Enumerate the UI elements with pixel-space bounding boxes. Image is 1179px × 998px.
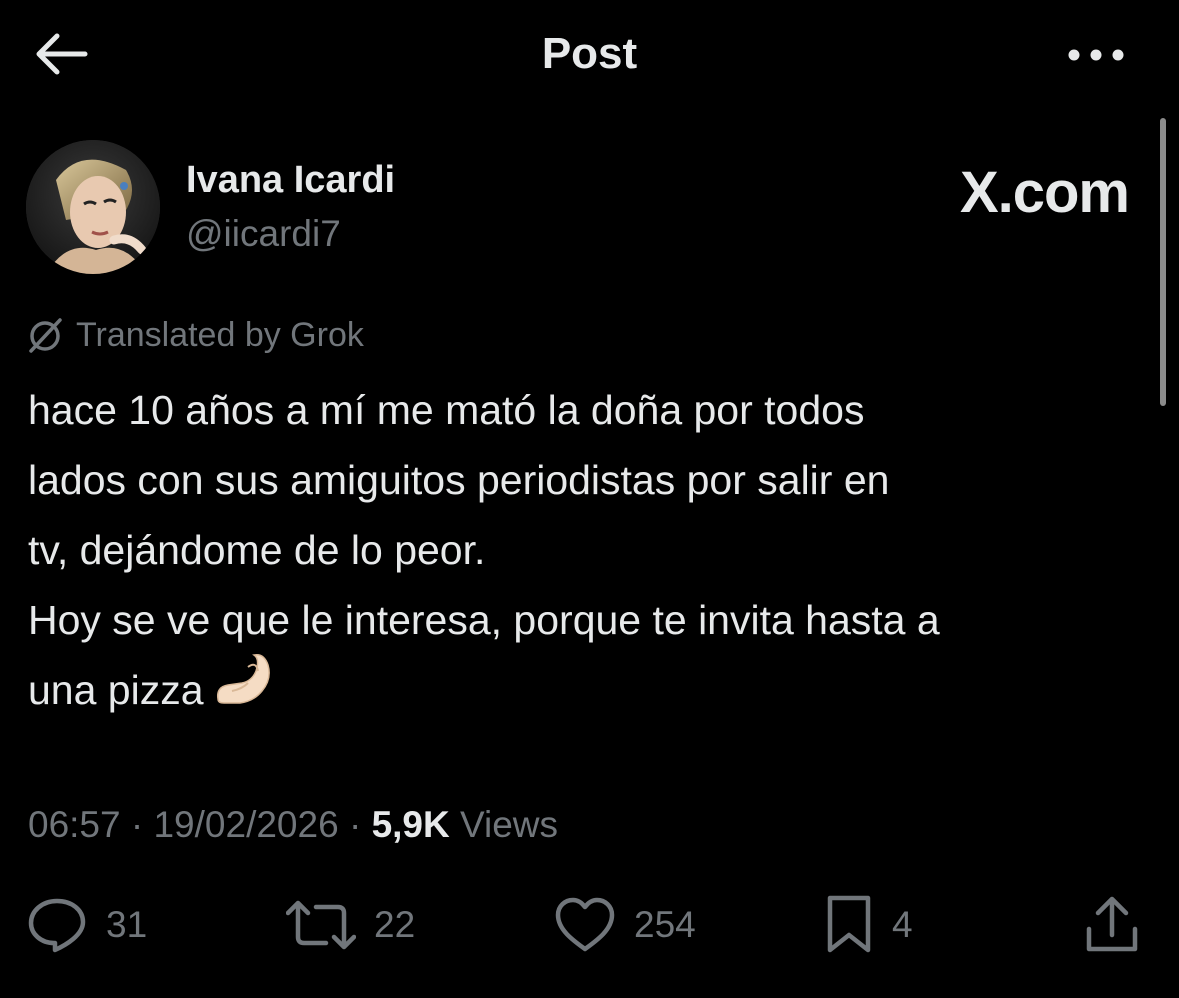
meta-separator: · xyxy=(130,804,144,845)
share-icon xyxy=(1086,896,1138,952)
author-handle[interactable]: @iicardi7 xyxy=(186,210,341,258)
repost-icon xyxy=(286,900,356,950)
bookmark-icon xyxy=(827,895,871,953)
more-horizontal-icon xyxy=(1068,49,1124,61)
scrollbar[interactable] xyxy=(1160,118,1166,406)
post-line: una pizza xyxy=(28,667,204,713)
avatar[interactable] xyxy=(26,140,160,274)
share-button[interactable] xyxy=(1084,890,1140,960)
post-line: hace 10 años a mí me mató la doña por to… xyxy=(28,387,865,433)
translation-label: Translated by Grok xyxy=(76,316,364,354)
bookmark-count: 4 xyxy=(892,904,913,945)
post-date[interactable]: 19/02/2026 xyxy=(153,804,338,845)
repost-button[interactable]: 22 xyxy=(286,890,415,960)
views-count[interactable]: 5,9K xyxy=(372,804,450,845)
page-title: Post xyxy=(541,29,638,78)
post-line-last: una pizza xyxy=(28,653,1158,730)
post-time[interactable]: 06:57 xyxy=(28,804,121,845)
like-button[interactable]: 254 xyxy=(554,890,696,960)
post-line: lados con sus amiguitos periodistas por … xyxy=(28,457,890,503)
more-options-button[interactable] xyxy=(1061,30,1131,80)
top-bar: Post xyxy=(0,0,1179,108)
post-line: tv, dejándome de lo peor. xyxy=(28,527,486,573)
translation-notice[interactable]: Translated by Grok xyxy=(26,312,364,358)
grok-icon xyxy=(29,318,62,353)
repost-count: 22 xyxy=(374,904,416,945)
heart-icon xyxy=(555,897,615,952)
reply-icon xyxy=(28,898,86,953)
post-text: hace 10 años a mí me mató la doña por to… xyxy=(28,375,1158,730)
views-label[interactable]: Views xyxy=(460,804,558,845)
post-line: Hoy se ve que le interesa, porque te inv… xyxy=(28,597,940,643)
like-count: 254 xyxy=(634,904,696,945)
action-bar: 31 22 254 4 xyxy=(0,890,1179,960)
watermark: X.com xyxy=(959,160,1130,225)
avatar-image xyxy=(26,140,160,274)
post-meta: 06:57 · 19/02/2026 · 5,9K Views xyxy=(28,800,558,850)
bookmark-button[interactable]: 4 xyxy=(824,890,913,960)
meta-separator: · xyxy=(348,804,362,845)
reply-count: 31 xyxy=(106,904,148,945)
author-name[interactable]: Ivana Icardi xyxy=(186,156,395,204)
reply-button[interactable]: 31 xyxy=(26,890,147,960)
pinched-fingers-emoji xyxy=(212,647,274,730)
